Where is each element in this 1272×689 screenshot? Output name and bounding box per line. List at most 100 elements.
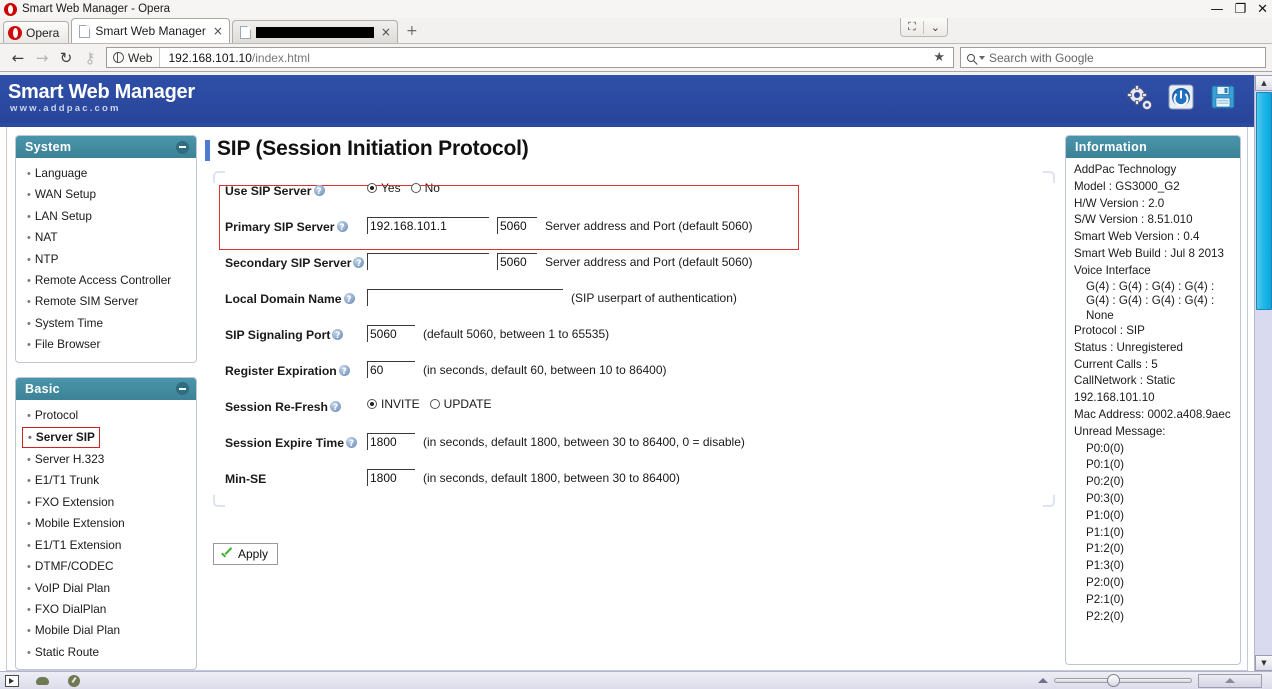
url-protocol-badge[interactable]: Web <box>107 48 161 67</box>
sidebar: System • Language • WAN Setup • LAN Setup •… <box>15 135 197 671</box>
sidebar-item-language[interactable]: • Language <box>22 163 190 184</box>
sidebar-item-protocol[interactable]: • Protocol <box>22 405 190 426</box>
content-frame: System • Language • WAN Setup • LAN Setup •… <box>6 127 1248 671</box>
sidebar-item-file-browser[interactable]: • File Browser <box>22 334 190 355</box>
zoom-slider-thumb[interactable] <box>1107 674 1120 687</box>
help-icon[interactable] <box>343 292 355 308</box>
sidebar-item-static-route[interactable]: • Static Route <box>22 642 190 663</box>
sidebar-item-wan-setup[interactable]: • WAN Setup <box>22 184 190 205</box>
radio-yes[interactable] <box>367 183 377 193</box>
session-expire-time-input[interactable] <box>367 433 415 450</box>
help-icon[interactable] <box>329 400 341 416</box>
min-se-input[interactable] <box>367 469 415 486</box>
info-line: P0:2(0) <box>1086 475 1125 489</box>
sidebar-item-mobile-dial-plan[interactable]: • Mobile Dial Plan <box>22 620 190 641</box>
chevron-down-icon[interactable] <box>979 55 985 60</box>
app-main-area: System • Language • WAN Setup • LAN Setup •… <box>0 123 1254 671</box>
zoom-increase-icon[interactable] <box>1038 678 1048 683</box>
bullet-icon: • <box>27 518 31 531</box>
info-line: Voice Interface <box>1074 263 1151 277</box>
sidebar-item-e1t1-trunk[interactable]: • E1/T1 Trunk <box>22 470 190 491</box>
scroll-down-arrow-icon[interactable]: ▼ <box>1255 655 1272 671</box>
tab-close-icon[interactable]: × <box>381 25 391 39</box>
panel-header-basic[interactable]: Basic <box>16 377 196 400</box>
scroll-up-arrow-icon[interactable]: ▲ <box>1255 75 1272 91</box>
settings-gear-icon[interactable] <box>1126 84 1154 112</box>
tab-redacted[interactable]: × <box>231 20 398 43</box>
secondary-sip-server-address-input[interactable] <box>367 253 489 270</box>
scrollbar-thumb[interactable] <box>1256 92 1272 310</box>
panel-header-system[interactable]: System <box>16 136 196 158</box>
bullet-icon: • <box>27 253 31 266</box>
restore-button[interactable]: ❐ <box>1234 3 1246 16</box>
panel-toggle-icon[interactable] <box>4 674 19 687</box>
primary-sip-server-port-input[interactable] <box>497 217 537 234</box>
tab-list-dropdown-icon[interactable]: ⌄ <box>924 21 947 34</box>
sidebar-item-fxo-extension[interactable]: • FXO Extension <box>22 492 190 513</box>
sidebar-item-label: Protocol <box>34 407 79 422</box>
sip-signaling-port-input[interactable] <box>367 325 415 342</box>
close-button[interactable]: ✕ <box>1257 3 1268 16</box>
speed-dial-icon[interactable] <box>66 674 81 687</box>
sidebar-item-e1t1-extension[interactable]: • E1/T1 Extension <box>22 535 190 556</box>
label-text: Session Expire Time <box>225 436 344 450</box>
cloud-icon[interactable] <box>35 675 50 687</box>
reload-button-icon[interactable]: ↻ <box>54 46 78 70</box>
register-expiration-input[interactable] <box>367 361 415 378</box>
secondary-sip-server-port-input[interactable] <box>497 253 537 270</box>
back-button-icon[interactable]: ← <box>6 46 30 70</box>
url-input[interactable]: Web 192.168.101.10/index.html ★ <box>106 47 954 68</box>
sidebar-item-fxo-dialplan[interactable]: • FXO DialPlan <box>22 599 190 620</box>
sidebar-item-server-sip[interactable]: • Server SIP <box>22 427 100 449</box>
collapse-minus-icon[interactable] <box>176 140 189 154</box>
search-input[interactable]: Search with Google <box>960 47 1266 68</box>
new-tab-icon[interactable]: + <box>406 23 418 39</box>
field-hint: (in seconds, default 1800, between 30 to… <box>423 471 680 485</box>
sidebar-item-nat[interactable]: • NAT <box>22 227 190 248</box>
apply-button[interactable]: Apply <box>213 543 279 565</box>
sidebar-item-label: VoIP Dial Plan <box>34 580 111 595</box>
radio-no[interactable] <box>410 183 421 193</box>
tab-close-icon[interactable]: × <box>213 24 223 38</box>
page-scrollbar[interactable]: ▲ ▼ <box>1254 75 1272 671</box>
minimize-button[interactable]: — <box>1210 3 1223 16</box>
sidebar-item-ntp[interactable]: • NTP <box>22 249 190 270</box>
zoom-panel-toggle[interactable] <box>1198 673 1262 688</box>
radio-update-label: UPDATE <box>443 397 492 411</box>
radio-invite[interactable] <box>367 399 377 409</box>
sidebar-item-label: WAN Setup <box>34 187 97 202</box>
help-icon[interactable] <box>353 256 365 272</box>
sidebar-item-lan-setup[interactable]: • LAN Setup <box>22 206 190 227</box>
sidebar-item-voip-dial-plan[interactable]: • VoIP Dial Plan <box>22 578 190 599</box>
sidebar-item-server-h323[interactable]: • Server H.323 <box>22 449 190 470</box>
help-icon[interactable] <box>332 328 344 344</box>
radio-update[interactable] <box>429 399 440 409</box>
power-icon[interactable] <box>1168 84 1196 112</box>
info-line: AddPac Technology <box>1074 163 1177 176</box>
sidebar-item-remote-sim-server[interactable]: • Remote SIM Server <box>22 291 190 312</box>
tab-smart-web-manager[interactable]: Smart Web Manager × <box>71 18 230 43</box>
sidebar-item-mobile-extension[interactable]: • Mobile Extension <box>22 513 190 534</box>
help-icon[interactable] <box>336 220 348 236</box>
zoom-slider-track[interactable] <box>1054 674 1192 687</box>
primary-sip-server-address-input[interactable] <box>367 217 489 234</box>
expand-tabs-icon[interactable]: ⛶ <box>901 20 923 34</box>
radio-group-session-refresh: INVITE UPDATE <box>367 397 498 411</box>
save-floppy-icon[interactable] <box>1210 84 1238 112</box>
form-control: INVITE UPDATE <box>367 395 1059 411</box>
forward-button-icon[interactable]: → <box>30 46 54 70</box>
sip-settings-form: Use SIP Server Yes No <box>209 171 1059 507</box>
sidebar-item-dtmf-codec[interactable]: • DTMF/CODEC <box>22 556 190 577</box>
help-icon[interactable] <box>338 364 350 380</box>
sidebar-item-remote-access-controller[interactable]: • Remote Access Controller <box>22 270 190 291</box>
collapse-minus-icon[interactable] <box>176 382 189 396</box>
bookmark-star-icon[interactable]: ★ <box>925 50 953 65</box>
local-domain-name-input[interactable] <box>367 289 563 306</box>
help-icon[interactable] <box>346 436 357 452</box>
sidebar-item-system-time[interactable]: • System Time <box>22 313 190 334</box>
opera-menu-button[interactable]: Opera <box>3 21 70 43</box>
form-control: Yes No <box>367 179 1059 195</box>
password-key-icon[interactable]: ⚷ <box>78 46 102 70</box>
help-icon[interactable] <box>313 184 325 200</box>
bullet-icon: • <box>27 168 31 180</box>
